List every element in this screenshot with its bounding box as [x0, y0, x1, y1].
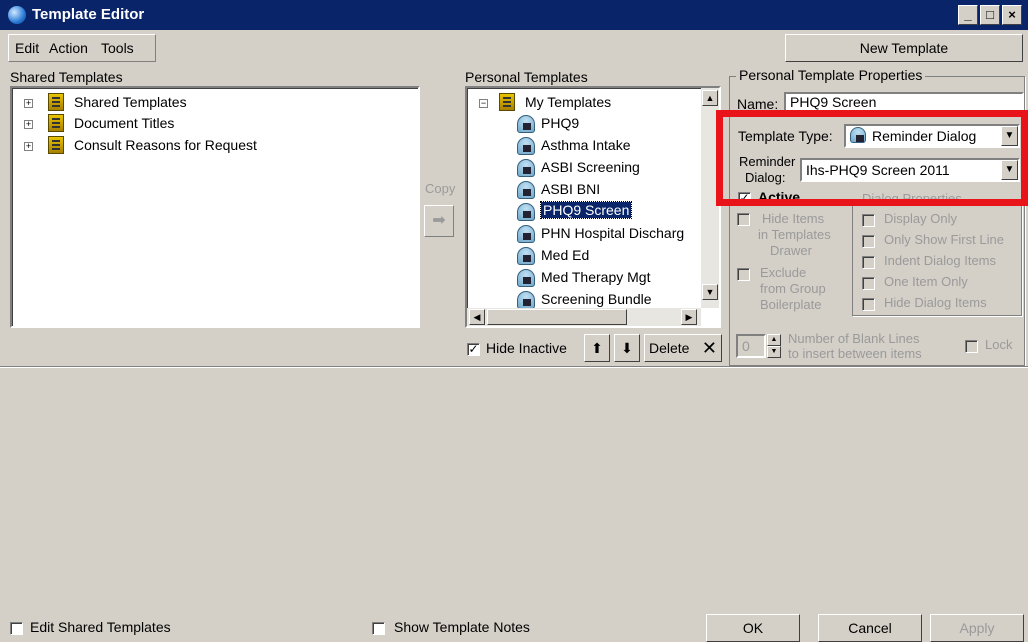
collapse-icon[interactable]: −	[479, 99, 488, 108]
tree-item-my-templates[interactable]: − My Templates	[477, 93, 697, 113]
show-template-notes-checkbox[interactable]	[372, 622, 385, 635]
show-template-notes-label: Show Template Notes	[394, 619, 530, 635]
window-title: Template Editor	[32, 6, 145, 23]
template-icon	[517, 203, 535, 221]
only-show-first-line-checkbox[interactable]	[862, 235, 875, 248]
menu-tools[interactable]: Tools	[101, 40, 134, 56]
menu-bar: Edit Action Tools	[8, 34, 156, 62]
tree-item-document-titles[interactable]: + Document Titles	[22, 114, 322, 134]
lock-checkbox[interactable]	[965, 340, 978, 353]
exclude-label-2: from Group	[760, 281, 826, 296]
hide-inactive-label: Hide Inactive	[486, 340, 567, 356]
delete-button[interactable]: Delete ✕	[644, 334, 722, 362]
shared-templates-tree[interactable]: + Shared Templates + Document Titles + C…	[10, 86, 420, 328]
red-highlight-box	[716, 110, 1028, 206]
name-field[interactable]: PHQ9 Screen	[784, 92, 1024, 112]
template-icon	[517, 269, 535, 287]
move-up-button[interactable]: ⬆	[584, 334, 610, 362]
horizontal-scrollbar[interactable]: ◀ ▶	[467, 308, 701, 326]
one-item-only-label: One Item Only	[884, 274, 968, 289]
personal-templates-tree[interactable]: − My Templates PHQ9 Asthma Intake ASBI S…	[465, 86, 721, 328]
scroll-down-icon[interactable]: ▼	[702, 284, 718, 300]
lock-label: Lock	[985, 337, 1013, 352]
template-icon	[517, 181, 535, 199]
exclude-checkbox[interactable]	[737, 268, 750, 281]
menu-action[interactable]: Action	[49, 40, 88, 56]
indent-dialog-items-checkbox[interactable]	[862, 256, 875, 269]
new-template-button[interactable]: New Template	[785, 34, 1023, 62]
scroll-thumb[interactable]	[487, 309, 627, 325]
tree-item-shared-templates[interactable]: + Shared Templates	[22, 93, 322, 113]
delete-x-icon: ✕	[701, 338, 717, 358]
template-editor-window: Template Editor _ □ × Edit Action Tools …	[0, 0, 1028, 642]
properties-group-label: Personal Template Properties	[736, 67, 926, 83]
blank-lines-label-2: to insert between items	[788, 346, 922, 361]
book-icon	[48, 114, 64, 132]
scroll-right-icon[interactable]: ▶	[681, 309, 697, 325]
move-down-button[interactable]: ⬇	[614, 334, 640, 362]
tree-item-consult-reasons[interactable]: + Consult Reasons for Request	[22, 136, 352, 156]
hide-items-label-1: Hide Items	[762, 211, 825, 226]
hide-dialog-items-label: Hide Dialog Items	[884, 295, 987, 310]
edit-shared-templates-label: Edit Shared Templates	[30, 619, 171, 635]
spin-up-icon[interactable]: ▲	[767, 334, 781, 346]
hide-dialog-items-checkbox[interactable]	[862, 298, 875, 311]
template-icon	[517, 247, 535, 265]
title-bar[interactable]: Template Editor _ □ ×	[0, 0, 1028, 30]
arrow-up-icon: ⬆	[591, 340, 603, 356]
book-icon	[499, 93, 515, 111]
copy-button[interactable]: ➡	[424, 205, 454, 237]
arrow-right-icon: ➡	[432, 212, 446, 229]
display-only-label: Display Only	[884, 211, 957, 226]
ok-button[interactable]: OK	[706, 614, 800, 642]
exclude-label-1: Exclude	[760, 265, 807, 280]
indent-dialog-items-label: Indent Dialog Items	[884, 253, 997, 268]
template-icon	[517, 291, 535, 309]
display-only-checkbox[interactable]	[862, 214, 875, 227]
edit-shared-templates-checkbox[interactable]	[10, 622, 23, 635]
expand-icon[interactable]: +	[24, 99, 33, 108]
maximize-icon[interactable]: □	[980, 5, 1000, 25]
exclude-label-3: Boilerplate	[760, 297, 822, 312]
apply-button[interactable]: Apply	[930, 614, 1024, 642]
template-icon	[517, 159, 535, 177]
book-icon	[48, 93, 64, 111]
scroll-left-icon[interactable]: ◀	[469, 309, 485, 325]
copy-label: Copy	[425, 181, 456, 196]
cancel-button[interactable]: Cancel	[818, 614, 922, 642]
hide-items-label-2: in Templates	[758, 227, 831, 242]
personal-templates-label: Personal Templates	[465, 69, 588, 85]
one-item-only-checkbox[interactable]	[862, 277, 875, 290]
app-globe-icon	[8, 6, 26, 24]
hide-items-label-3: Drawer	[770, 243, 812, 258]
splitter[interactable]	[0, 366, 1028, 368]
book-icon	[48, 136, 64, 154]
shared-templates-label: Shared Templates	[10, 69, 123, 85]
template-icon	[517, 115, 535, 133]
scroll-up-icon[interactable]: ▲	[702, 90, 718, 106]
arrow-down-icon: ⬇	[621, 340, 633, 356]
menu-edit[interactable]: Edit	[15, 40, 39, 56]
hide-items-checkbox[interactable]	[737, 213, 750, 226]
close-icon[interactable]: ×	[1002, 5, 1022, 25]
template-icon	[517, 225, 535, 243]
minimize-icon[interactable]: _	[958, 5, 978, 25]
blank-lines-input[interactable]: 0	[736, 334, 766, 358]
hide-inactive-checkbox[interactable]: ✓	[467, 343, 480, 356]
blank-lines-label-1: Number of Blank Lines	[788, 331, 920, 346]
only-show-first-line-label: Only Show First Line	[884, 232, 1004, 247]
expand-icon[interactable]: +	[24, 120, 33, 129]
spin-down-icon[interactable]: ▼	[767, 346, 781, 358]
expand-icon[interactable]: +	[24, 142, 33, 151]
template-icon	[517, 137, 535, 155]
